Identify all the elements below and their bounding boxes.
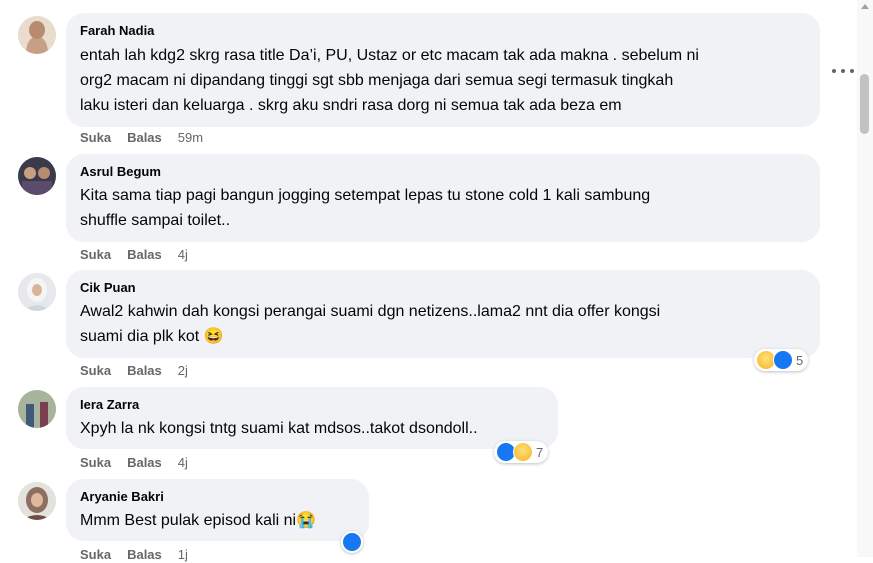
commenter-name[interactable]: Asrul Begum xyxy=(80,163,806,180)
reply-button[interactable]: Balas xyxy=(127,247,162,263)
reaction-summary[interactable]: 5 xyxy=(754,349,809,371)
reaction-count: 7 xyxy=(536,444,544,460)
avatar[interactable] xyxy=(18,16,56,54)
avatar[interactable] xyxy=(18,157,56,195)
reply-button[interactable]: Balas xyxy=(127,130,162,146)
commenter-name[interactable]: Farah Nadia xyxy=(80,22,806,39)
commenter-name[interactable]: Aryanie Bakri xyxy=(80,488,355,505)
like-button[interactable]: Suka xyxy=(80,547,111,563)
reply-button[interactable]: Balas xyxy=(127,455,162,471)
comment-time[interactable]: 1j xyxy=(178,547,188,563)
comment-bubble: Iera Zarra Xpyh la nk kongsi tntg suami … xyxy=(66,387,558,449)
comment-actions: Suka Balas 2j xyxy=(80,363,188,379)
more-options-icon[interactable] xyxy=(832,64,854,78)
reaction-count: 5 xyxy=(796,352,804,368)
comment-actions: Suka Balas 1j xyxy=(80,547,188,563)
comment-time[interactable]: 4j xyxy=(178,455,188,471)
comment-bubble: Aryanie Bakri Mmm Best pulak episod kali… xyxy=(66,479,369,541)
avatar[interactable] xyxy=(18,390,56,428)
scrollbar-thumb[interactable] xyxy=(860,74,869,134)
like-reaction-icon xyxy=(342,532,362,552)
haha-reaction-icon xyxy=(513,442,533,462)
like-button[interactable]: Suka xyxy=(80,247,111,263)
comment-bubble: Cik Puan Awal2 kahwin dah kongsi peranga… xyxy=(66,270,820,358)
reaction-summary[interactable] xyxy=(341,531,363,553)
reply-button[interactable]: Balas xyxy=(127,363,162,379)
like-button[interactable]: Suka xyxy=(80,363,111,379)
comment-text: Mmm Best pulak episod kali ni😭 xyxy=(80,512,317,529)
comment-bubble: Asrul Begum Kita sama tiap pagi bangun j… xyxy=(66,154,820,242)
avatar[interactable] xyxy=(18,482,56,520)
comment-text: Xpyh la nk kongsi tntg suami kat mdsos..… xyxy=(80,420,478,437)
scrollbar[interactable] xyxy=(857,0,873,557)
comment-text: Kita sama tiap pagi bangun jogging setem… xyxy=(80,187,651,229)
comment-text: Awal2 kahwin dah kongsi perangai suami d… xyxy=(80,303,661,345)
scroll-up-icon[interactable] xyxy=(861,4,869,9)
comment-time[interactable]: 59m xyxy=(178,130,203,146)
commenter-name[interactable]: Iera Zarra xyxy=(80,396,544,413)
like-reaction-icon xyxy=(773,350,793,370)
reaction-summary[interactable]: 7 xyxy=(494,441,549,463)
like-button[interactable]: Suka xyxy=(80,455,111,471)
reply-button[interactable]: Balas xyxy=(127,547,162,563)
comment-time[interactable]: 4j xyxy=(178,247,188,263)
comment-actions: Suka Balas 59m xyxy=(80,130,203,146)
comment-bubble: Farah Nadia entah lah kdg2 skrg rasa tit… xyxy=(66,13,820,127)
comment-text: entah lah kdg2 skrg rasa title Da’i, PU,… xyxy=(80,47,699,114)
comment-actions: Suka Balas 4j xyxy=(80,455,188,471)
comment-time[interactable]: 2j xyxy=(178,363,188,379)
avatar[interactable] xyxy=(18,273,56,311)
commenter-name[interactable]: Cik Puan xyxy=(80,279,806,296)
comment-actions: Suka Balas 4j xyxy=(80,247,188,263)
like-button[interactable]: Suka xyxy=(80,130,111,146)
